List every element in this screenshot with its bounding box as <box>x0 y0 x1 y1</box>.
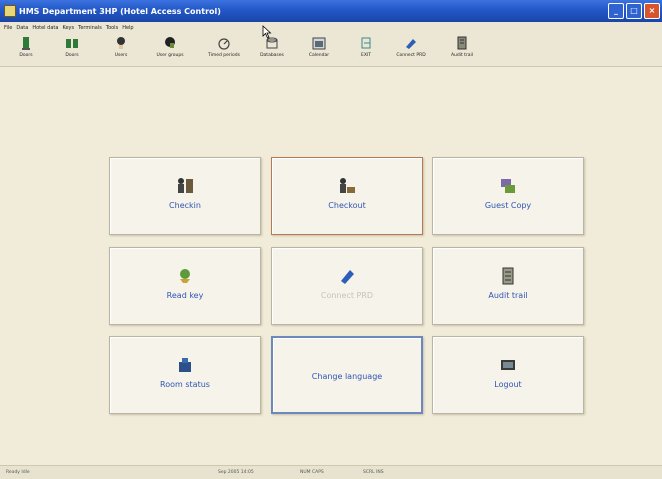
audit-trail-button[interactable]: Audit trail <box>432 247 584 325</box>
logout-button[interactable]: Logout <box>432 336 584 414</box>
connect-icon <box>406 39 416 49</box>
menu-data[interactable]: Data <box>16 25 28 31</box>
toolbar-label: Doors <box>19 53 33 58</box>
checkin-icon <box>178 178 193 193</box>
menu-hotel-data[interactable]: Hotel data <box>32 25 58 31</box>
read-key-label: Read key <box>166 291 204 300</box>
checkin-button[interactable]: Checkin <box>109 157 261 235</box>
connect-prd-button[interactable]: Connect PRD <box>271 247 423 325</box>
connect-prd-label: Connect PRD <box>320 291 374 300</box>
menu-file[interactable]: File <box>4 25 12 31</box>
toolbar-databases-button[interactable]: Databases <box>250 36 294 64</box>
toolbar-exit-button[interactable]: EXIT <box>344 36 388 64</box>
close-button[interactable]: × <box>644 3 660 19</box>
menu-help[interactable]: Help <box>122 25 133 31</box>
toolbar-label: Doors <box>65 53 79 58</box>
exit-icon <box>361 37 371 49</box>
room-status-label: Room status <box>160 380 210 389</box>
toolbar-timed-periods-button[interactable]: Timed periods <box>202 36 246 64</box>
mouse-cursor-icon <box>262 25 272 39</box>
user-group-icon <box>165 37 175 48</box>
room-status-icon <box>179 358 191 372</box>
checkout-label: Checkout <box>328 201 366 210</box>
toolbar-users-button[interactable]: Users <box>99 36 143 64</box>
calendar-icon <box>312 37 326 50</box>
checkout-icon <box>340 178 355 193</box>
maximize-button[interactable]: □ <box>626 3 642 19</box>
change-language-label: Change language <box>311 372 383 381</box>
room-status-button[interactable]: Room status <box>109 336 261 414</box>
audit-icon <box>457 36 467 50</box>
toolbar-label: User groups <box>156 53 184 58</box>
guest-copy-icon <box>501 179 515 193</box>
toolbar-doors-button[interactable]: Doors <box>4 36 48 64</box>
audit-trail-label: Audit trail <box>488 291 528 300</box>
status-scrl-ins: SCRL INS <box>363 470 384 475</box>
status-bar: Ready Idle Sep 2005 14:05 NUM CAPS SCRL … <box>0 465 662 479</box>
toolbar-label: Calendar <box>308 53 330 58</box>
menu-keys[interactable]: Keys <box>62 25 74 31</box>
checkout-button[interactable]: Checkout <box>271 157 423 235</box>
toolbar-user-groups-button[interactable]: User groups <box>148 36 192 64</box>
toolbar-label: Users <box>114 53 128 58</box>
window-controls: _ □ × <box>606 3 660 19</box>
window-title: HMS Department 3HP (Hotel Access Control… <box>19 6 221 16</box>
change-language-button[interactable]: Change language <box>271 336 423 414</box>
logout-icon <box>501 360 515 370</box>
toolbar-label: Audit trail <box>450 53 474 58</box>
read-key-button[interactable]: Read key <box>109 247 261 325</box>
status-text: Ready Idle <box>6 470 30 475</box>
read-key-icon <box>180 269 190 283</box>
toolbar: Doors Doors Users User groups Timed peri… <box>0 33 662 67</box>
menu-bar: File Data Hotel data Keys Terminals Tool… <box>0 22 662 33</box>
connect-icon <box>341 270 354 284</box>
guest-copy-label: Guest Copy <box>484 201 532 210</box>
checkin-label: Checkin <box>169 201 201 210</box>
toolbar-label: Databases <box>260 53 284 58</box>
app-window: HMS Department 3HP (Hotel Access Control… <box>0 0 662 479</box>
menu-tools[interactable]: Tools <box>106 25 118 31</box>
status-datetime: Sep 2005 14:05 <box>218 470 254 475</box>
toolbar-calendar-button[interactable]: Calendar <box>297 36 341 64</box>
timer-icon <box>218 38 230 50</box>
menu-terminals[interactable]: Terminals <box>78 25 102 31</box>
toolbar-connect-prd-button[interactable]: Connect PRD <box>389 36 433 64</box>
title-bar[interactable]: HMS Department 3HP (Hotel Access Control… <box>0 0 662 22</box>
user-icon <box>117 37 125 49</box>
toolbar-label: Connect PRD <box>396 53 426 58</box>
status-num-caps: NUM CAPS <box>300 470 324 475</box>
double-door-icon <box>66 39 78 48</box>
app-icon <box>4 5 16 17</box>
door-icon <box>22 37 30 50</box>
toolbar-audit-trail-button[interactable]: Audit trail <box>440 36 484 64</box>
guest-copy-button[interactable]: Guest Copy <box>432 157 584 235</box>
minimize-button[interactable]: _ <box>608 3 624 19</box>
toolbar-label: EXIT <box>360 53 371 58</box>
toolbar-doors-2-button[interactable]: Doors <box>50 36 94 64</box>
toolbar-label: Timed periods <box>208 53 240 58</box>
audit-trail-icon <box>502 267 514 285</box>
logout-label: Logout <box>494 380 522 389</box>
